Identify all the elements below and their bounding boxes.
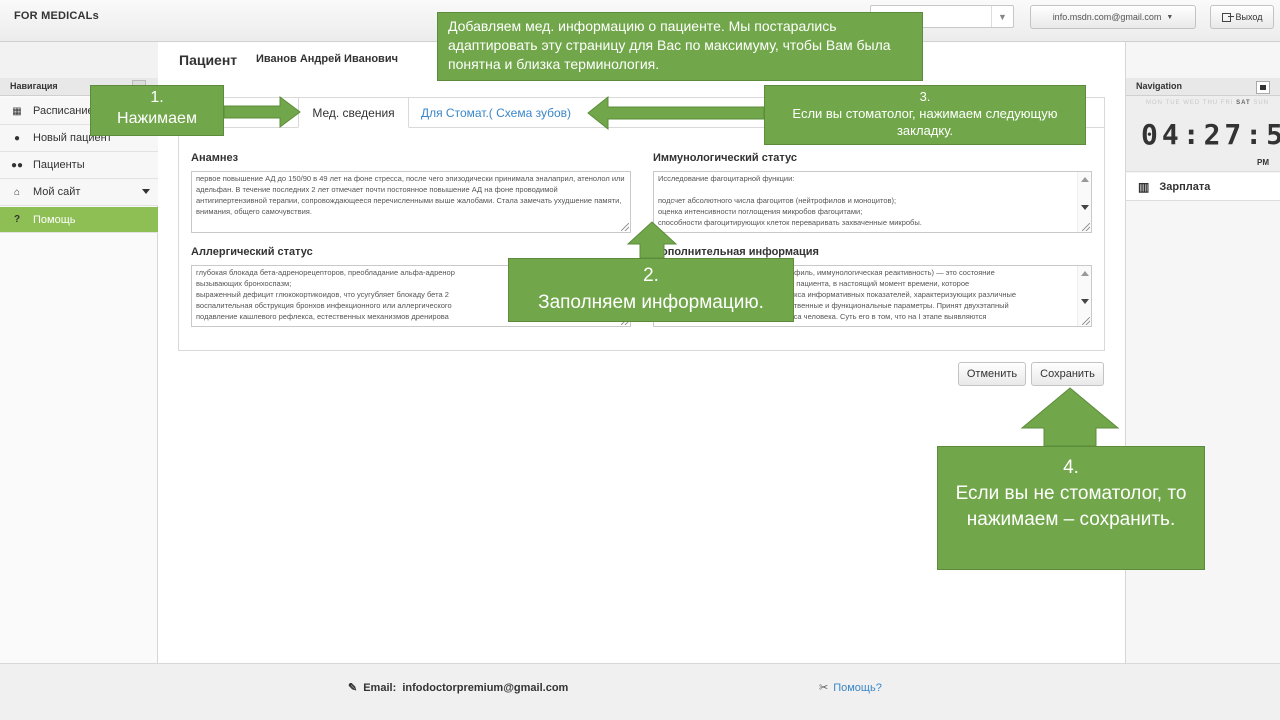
save-label: Сохранить (1040, 368, 1095, 380)
salary-label: Зарплата (1159, 180, 1211, 193)
footer (0, 663, 1280, 720)
calendar-icon: ▦ (12, 105, 22, 117)
footer-help-label: Помощь? (833, 682, 882, 694)
footer-help-link[interactable]: ✂ Помощь? (819, 681, 882, 694)
immunological-textarea[interactable]: Исследование фагоцитарной функции: подсч… (653, 171, 1092, 233)
page-title: Пациент (179, 52, 238, 68)
callout-step1-text: Нажимаем (117, 109, 197, 127)
callout-step2-number: 2. (643, 265, 659, 286)
caret-down-icon (142, 189, 150, 194)
immunological-text: Исследование фагоцитарной функции: подсч… (658, 174, 922, 227)
logout-label: Выход (1235, 12, 1263, 22)
resize-grip-icon[interactable] (1082, 317, 1090, 325)
arrow-left-icon (587, 95, 765, 131)
cancel-button[interactable]: Отменить (958, 362, 1026, 386)
weekdays-row: MON TUE WED THU FRI SAT SUN (1146, 100, 1269, 106)
scroll-up-icon[interactable] (1081, 177, 1089, 182)
sidebar-item-help[interactable]: ? Помощь (0, 207, 158, 233)
right-panel-title: Navigation (1126, 78, 1280, 96)
scroll-down-icon[interactable] (1081, 205, 1089, 210)
scroll-up-icon[interactable] (1081, 271, 1089, 276)
arrow-up-icon (1020, 387, 1120, 447)
clock-ampm: PM (1257, 158, 1269, 167)
callout-step3-number: 3. (919, 89, 931, 104)
weekday: SUN (1253, 100, 1270, 106)
help-icon: ✂ (819, 682, 829, 694)
footer-email-value: infodoctorpremium@gmail.com (402, 682, 569, 694)
callout-step2: 2. Заполняем информацию. (508, 258, 794, 322)
sidebar-item-label: Пациенты (33, 159, 85, 171)
callout-step4: 4. Если вы не стоматолог, то нажимаем – с… (937, 446, 1205, 570)
callout-step4-number: 4. (1063, 457, 1079, 478)
resize-grip-icon[interactable] (1082, 223, 1090, 231)
weekday-active: SAT (1236, 100, 1251, 106)
question-icon: ? (13, 214, 21, 225)
arrow-up-icon (626, 221, 678, 259)
sidebar-item-label: Помощь (33, 213, 76, 226)
footer-email-label: Email: (363, 682, 397, 694)
anamnesis-label: Анамнез (191, 152, 239, 164)
tab-label: Мед. сведения (312, 105, 395, 120)
immunological-label: Иммунологический статус (653, 152, 797, 164)
tab-label: Для Стомат.( Схема зубов) (420, 105, 572, 120)
callout-intro-text: Добавляем мед. информацию о пациенте. Мы… (448, 18, 891, 72)
patient-name: Иванов Андрей Иванович (256, 53, 398, 65)
logout-button[interactable]: Выход (1210, 5, 1274, 29)
save-button[interactable]: Сохранить (1031, 362, 1104, 386)
tab-med-info[interactable]: Мед. сведения (298, 97, 409, 128)
weekday: THU (1202, 100, 1219, 106)
logout-icon (1221, 12, 1234, 22)
brand-logo: FOR MEDICALs (14, 10, 99, 22)
callout-step3: 3. Если вы стоматолог, нажимаем следующую… (764, 85, 1086, 145)
additional-info-label: ополнительная информация (661, 246, 819, 258)
salary-link[interactable]: ▥ Зарплата (1126, 173, 1280, 201)
callout-step1: 1. Нажимаем (90, 85, 224, 136)
pencil-icon: ✎ (348, 682, 358, 694)
sidebar-item-label: Расписание (33, 105, 94, 117)
scroll-down-icon[interactable] (1081, 299, 1089, 304)
weekday: WED (1183, 100, 1201, 106)
anamnesis-textarea[interactable]: первое повышение АД до 150/90 в 49 лет н… (191, 171, 631, 233)
caret-down-icon: ▼ (1166, 13, 1174, 21)
user-menu-button[interactable]: info.msdn.com@gmail.com ▼ (1030, 5, 1196, 29)
callout-step2-text: Заполняем информацию. (538, 291, 764, 313)
user-icon: ● (13, 132, 21, 144)
allergic-text: глубокая блокада бета-адренорецепторов, … (196, 268, 455, 321)
clock-time: 04:27:54 (1141, 118, 1280, 151)
footer-email: ✎ Email: infodoctorpremium@gmail.com (348, 681, 568, 694)
cancel-label: Отменить (966, 368, 1018, 380)
arrow-right-icon (223, 96, 301, 128)
anamnesis-text: первое повышение АД до 150/90 в 49 лет н… (196, 174, 625, 216)
callout-step3-text: Если вы стоматолог, нажимаем следующую з… (792, 105, 1058, 138)
sidebar-item-label: Мой сайт (33, 186, 81, 198)
calculator-icon: ▥ (1138, 179, 1150, 194)
chevron-down-icon: ▼ (991, 6, 1013, 27)
additional-info-text: офиль, иммунологическая реактивность) — … (790, 268, 1017, 321)
weekday: TUE (1165, 100, 1181, 106)
callout-step1-number: 1. (150, 89, 164, 106)
sidebar-item-patients[interactable]: ●● Пациенты (0, 152, 158, 179)
weekday: FRI (1220, 100, 1234, 106)
users-icon: ●● (10, 159, 24, 171)
tab-dental-chart[interactable]: Для Стомат.( Схема зубов) (409, 97, 583, 128)
allergic-label: Аллергический статус (191, 246, 313, 258)
callout-step4-text: Если вы не стоматолог, то нажимаем – сох… (955, 483, 1187, 531)
panel-toggle-icon[interactable] (1256, 81, 1270, 94)
sidebar-item-my-site[interactable]: ⌂ Мой сайт (0, 179, 158, 206)
home-icon: ⌂ (13, 186, 21, 198)
user-email: info.msdn.com@gmail.com (1052, 12, 1162, 22)
weekday: MON (1146, 100, 1163, 106)
callout-intro: Добавляем мед. информацию о пациенте. Мы… (437, 12, 923, 81)
sidebar-title-label: Навигация (10, 81, 58, 91)
right-panel-title-label: Navigation (1136, 81, 1183, 91)
